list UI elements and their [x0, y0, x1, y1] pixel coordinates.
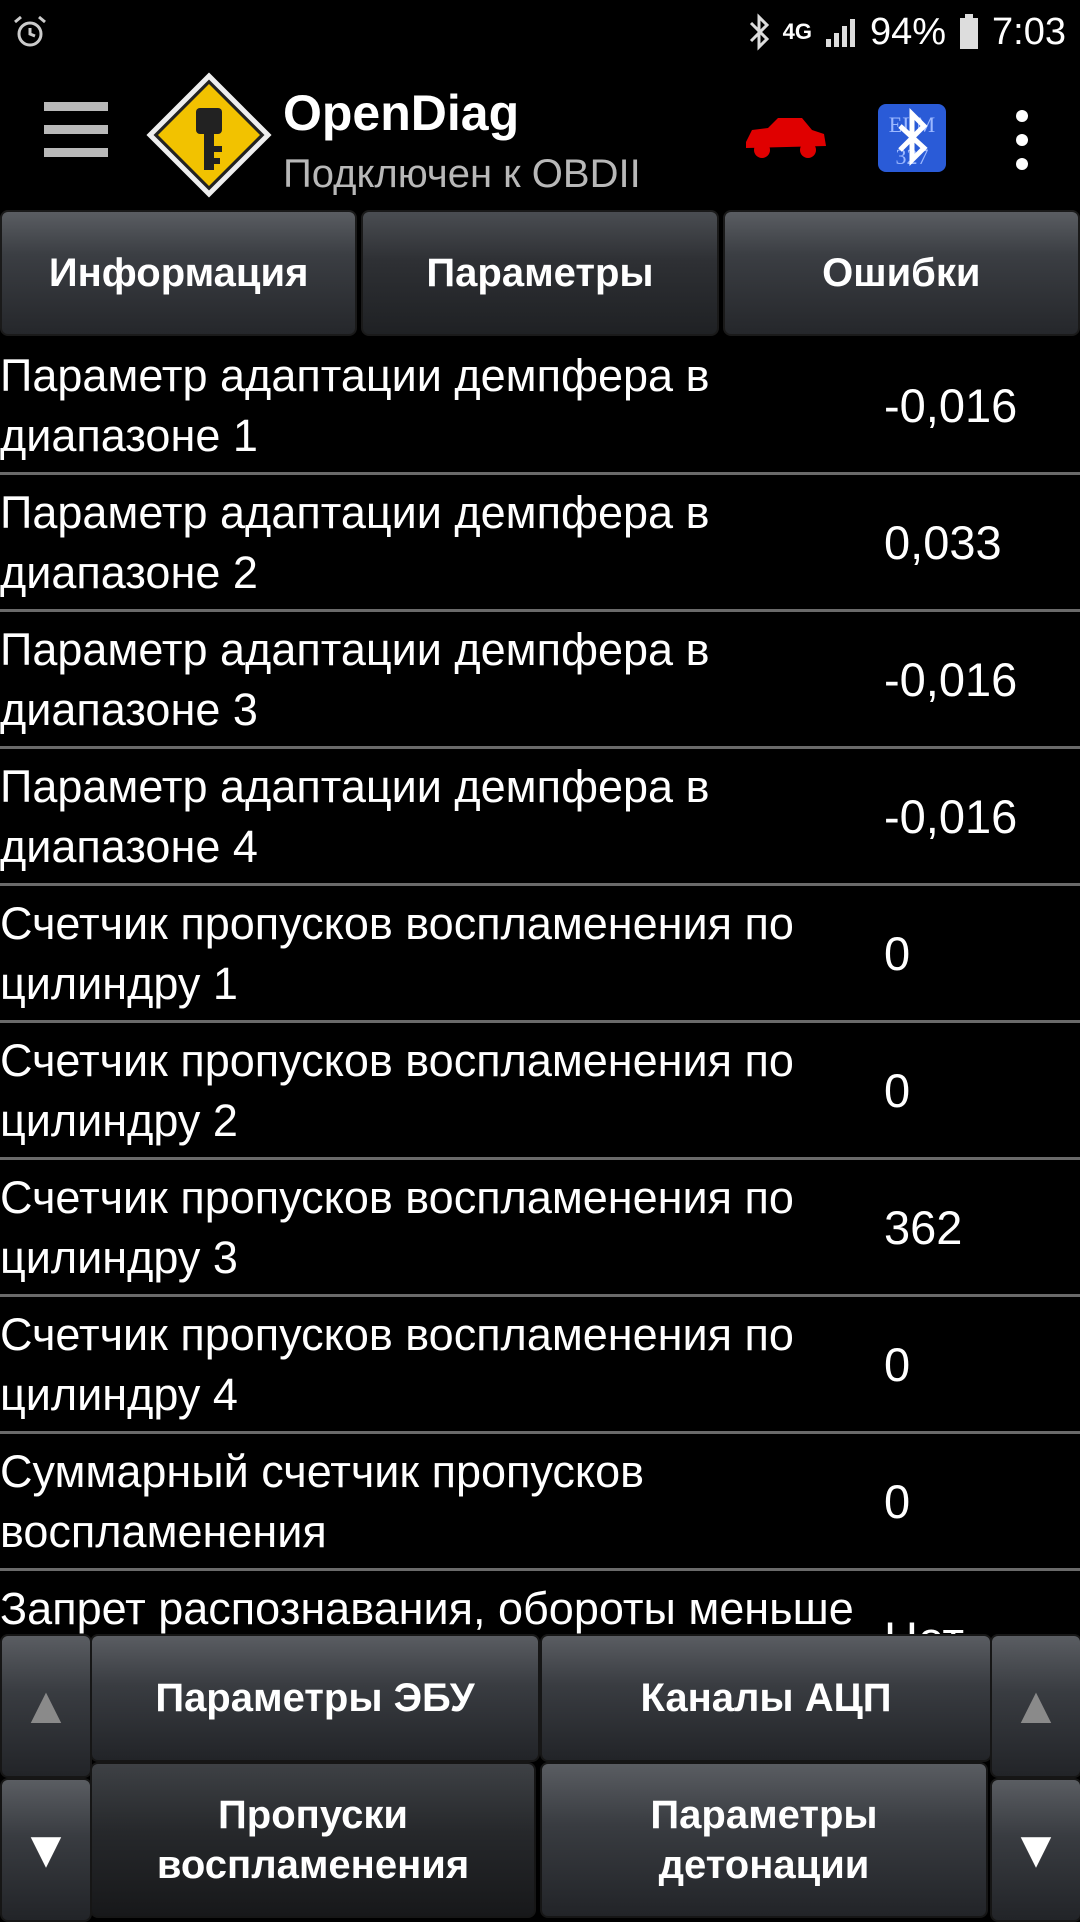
param-label: Счетчик пропусков воспламенения по цилин… [0, 898, 794, 1009]
clock: 7:03 [992, 10, 1066, 53]
param-label: Суммарный счетчик пропусков воспламенени… [0, 1446, 645, 1557]
param-label: Параметр адаптации демпфера в диапазоне … [0, 624, 710, 735]
param-value: 0 [884, 1474, 911, 1528]
list-item[interactable]: Параметр адаптации демпфера в диапазоне … [0, 475, 1080, 612]
list-item[interactable]: Счетчик пропусков воспламенения по цилин… [0, 1297, 1080, 1434]
parameter-list[interactable]: Параметр адаптации демпфера в диапазоне … [0, 338, 1080, 1634]
ecu-params-button[interactable]: Параметры ЭБУ [90, 1634, 540, 1762]
param-label: Счетчик пропусков воспламенения по цилин… [0, 1172, 794, 1283]
logo-key-icon [146, 72, 272, 198]
car-icon[interactable] [742, 112, 828, 162]
network-type: 4G [782, 19, 812, 44]
arrow-down-icon: ▼ [1010, 1821, 1062, 1879]
scroll-up-right-button[interactable]: ▲ [990, 1634, 1080, 1778]
param-value: 0 [884, 1063, 911, 1117]
tab-bar: Информация Параметры Ошибки [0, 210, 1080, 336]
param-value: -0,016 [884, 789, 1018, 843]
tab-information[interactable]: Информация [0, 210, 358, 336]
misfires-button-label: Пропуски воспламенения [156, 1793, 470, 1887]
app-bar: OpenDiag Подключен к OBDII ELM 327 [0, 64, 1080, 208]
arrow-up-icon: ▲ [20, 1677, 72, 1735]
param-value: 362 [884, 1200, 963, 1254]
misfires-button[interactable]: Пропуски воспламенения [90, 1762, 536, 1918]
param-label: Запрет распознавания, обороты меньше мин… [0, 1583, 854, 1634]
app-title: OpenDiag [283, 85, 520, 141]
list-item[interactable]: Счетчик пропусков воспламенения по цилин… [0, 1160, 1080, 1297]
param-label: Параметр адаптации демпфера в диапазоне … [0, 350, 710, 461]
list-item[interactable]: Счетчик пропусков воспламенения по цилин… [0, 1023, 1080, 1160]
elm327-bluetooth-icon[interactable]: ELM 327 [876, 102, 948, 174]
param-label: Параметр адаптации демпфера в диапазоне … [0, 761, 710, 872]
scroll-down-left-button[interactable]: ▼ [0, 1778, 92, 1922]
list-item[interactable]: Параметр адаптации демпфера в диапазоне … [0, 338, 1080, 475]
signal-icon [825, 19, 855, 47]
connection-status: Подключен к OBDII [283, 152, 641, 196]
menu-icon[interactable] [44, 102, 108, 168]
list-item[interactable]: Суммарный счетчик пропусков воспламенени… [0, 1434, 1080, 1571]
param-value: Нет [884, 1571, 964, 1635]
arrow-up-icon: ▲ [1010, 1677, 1062, 1735]
status-bar: 4G 94% 7:03 [0, 0, 1080, 64]
param-label: Счетчик пропусков воспламенения по цилин… [0, 1035, 794, 1146]
param-label: Счетчик пропусков воспламенения по цилин… [0, 1309, 794, 1420]
knock-params-button-label: Параметры детонации [650, 1793, 878, 1887]
adc-channels-button[interactable]: Каналы АЦП [540, 1634, 992, 1762]
bluetooth-icon [749, 13, 769, 51]
param-value: 0 [884, 926, 911, 980]
knock-params-button[interactable]: Параметры детонации [540, 1762, 988, 1918]
tab-errors[interactable]: Ошибки [722, 210, 1080, 336]
param-value: 0,033 [884, 515, 1002, 569]
scroll-up-left-button[interactable]: ▲ [0, 1634, 92, 1778]
list-item[interactable]: Параметр адаптации демпфера в диапазоне … [0, 749, 1080, 886]
tab-parameters[interactable]: Параметры [361, 210, 719, 336]
list-item[interactable]: Запрет распознавания, обороты меньше мин… [0, 1571, 1080, 1634]
list-item[interactable]: Счетчик пропусков воспламенения по цилин… [0, 886, 1080, 1023]
param-value: -0,016 [884, 652, 1018, 706]
list-item[interactable]: Параметр адаптации демпфера в диапазоне … [0, 612, 1080, 749]
battery-icon [960, 14, 979, 49]
param-value: 0 [884, 1337, 911, 1391]
scroll-down-right-button[interactable]: ▼ [990, 1778, 1080, 1922]
param-value: -0,016 [884, 378, 1018, 432]
bottom-controls: ▲ Параметры ЭБУ Каналы АЦП ▲ ▼ Пропуски … [0, 1634, 1080, 1922]
more-vert-icon[interactable] [1010, 110, 1034, 176]
arrow-down-icon: ▼ [20, 1821, 72, 1879]
battery-percent: 94% [869, 10, 947, 53]
param-label: Параметр адаптации демпфера в диапазоне … [0, 487, 710, 598]
alarm-icon [14, 15, 46, 47]
